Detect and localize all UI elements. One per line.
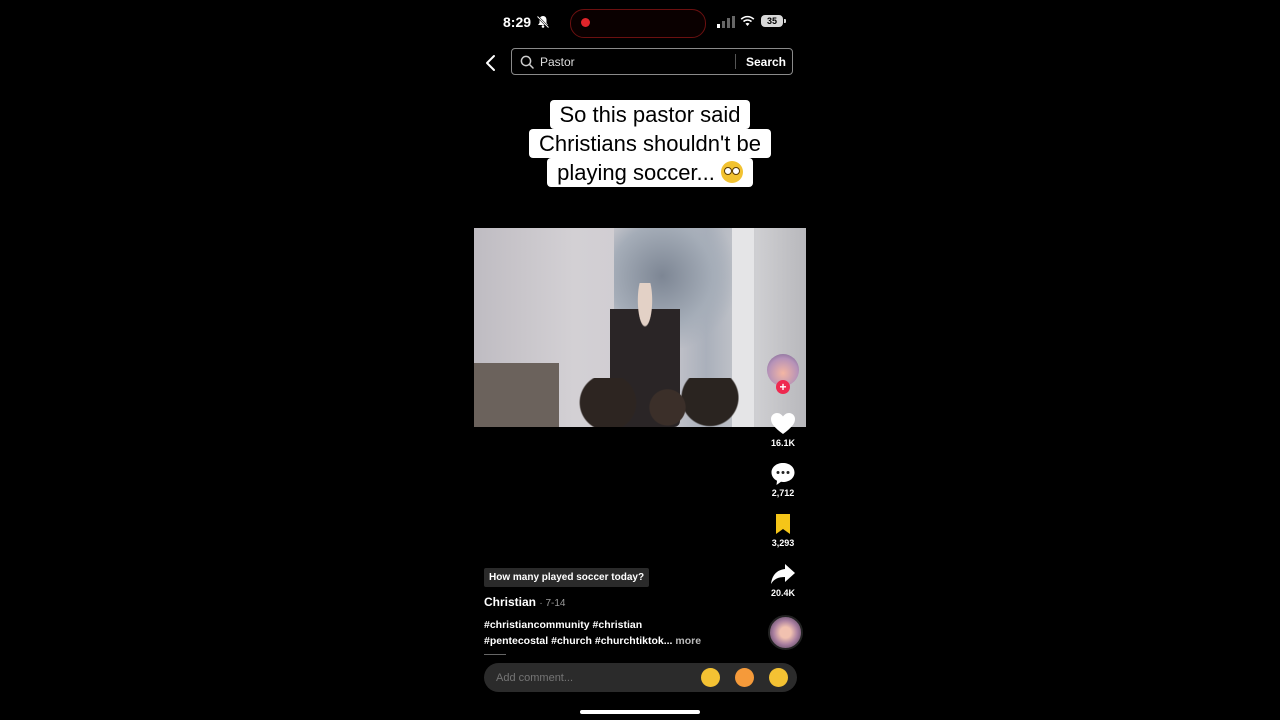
search-input[interactable]: [540, 49, 730, 74]
video-progress-bar[interactable]: [484, 654, 506, 655]
recording-dot-icon: [581, 18, 590, 27]
follow-plus-button[interactable]: +: [776, 380, 790, 394]
question-sticker[interactable]: How many played soccer today?: [484, 568, 650, 587]
heart-icon: [771, 413, 795, 434]
dynamic-island: [570, 9, 706, 38]
share-arrow-icon: [771, 564, 795, 584]
bookmark-count: 3,293: [771, 538, 795, 548]
wifi-icon: [740, 15, 755, 26]
cell-signal-icon: [717, 16, 735, 28]
bell-muted-icon: [536, 15, 550, 29]
status-time: 8:29: [503, 14, 532, 30]
comment-bar: [484, 663, 797, 692]
laughing-face-emoji-icon[interactable]: [769, 668, 788, 687]
post-date: · 7-14: [539, 598, 566, 609]
video-pulpit: [474, 363, 559, 427]
music-disc-icon[interactable]: [768, 615, 803, 650]
flushed-face-emoji-icon: [720, 161, 743, 183]
hashtags-line-2-row: #pentecostal #church #churchtiktok... mo…: [484, 634, 744, 650]
author-name[interactable]: Christian: [484, 595, 536, 609]
comment-button[interactable]: 2,712: [763, 462, 803, 498]
grinning-face-emoji-icon[interactable]: [701, 668, 720, 687]
heart-eyes-emoji-icon[interactable]: [735, 668, 754, 687]
more-link[interactable]: more: [675, 635, 701, 647]
video-player[interactable]: [474, 228, 806, 427]
search-button[interactable]: Search: [740, 49, 792, 74]
bookmark-icon: [776, 514, 790, 534]
like-count: 16.1K: [770, 438, 796, 448]
comment-count: 2,712: [771, 488, 795, 498]
home-indicator[interactable]: [580, 710, 700, 714]
comment-bubble-icon: [771, 463, 795, 485]
bookmark-button[interactable]: 3,293: [763, 512, 803, 548]
search-box: Search: [511, 48, 793, 75]
hashtags-line-2[interactable]: #pentecostal #church #churchtiktok...: [484, 635, 672, 647]
search-icon: [520, 55, 534, 69]
caption-line-3: playing soccer...: [547, 158, 753, 187]
author-line: Christian · 7-14: [484, 595, 565, 609]
battery-indicator: 35: [761, 15, 786, 27]
share-count: 20.4K: [770, 588, 796, 598]
hashtags-line-1[interactable]: #christiancommunity #christian: [484, 618, 744, 634]
like-button[interactable]: 16.1K: [763, 412, 803, 448]
phone-screen: 8:29 35 Search So this pastor said Chris: [437, 0, 843, 720]
video-audience: [574, 378, 744, 427]
comment-input[interactable]: [496, 663, 686, 692]
back-chevron-icon[interactable]: [483, 54, 499, 72]
caption-line-1: So this pastor said: [549, 100, 751, 129]
share-button[interactable]: 20.4K: [763, 562, 803, 598]
search-divider: [735, 54, 736, 69]
caption-line-2: Christians shouldn't be: [529, 129, 771, 158]
video-caption: So this pastor said Christians shouldn't…: [477, 100, 823, 187]
post-hashtags: #christiancommunity #christian #pentecos…: [484, 618, 744, 649]
caption-line-3-text: playing soccer...: [557, 160, 715, 185]
